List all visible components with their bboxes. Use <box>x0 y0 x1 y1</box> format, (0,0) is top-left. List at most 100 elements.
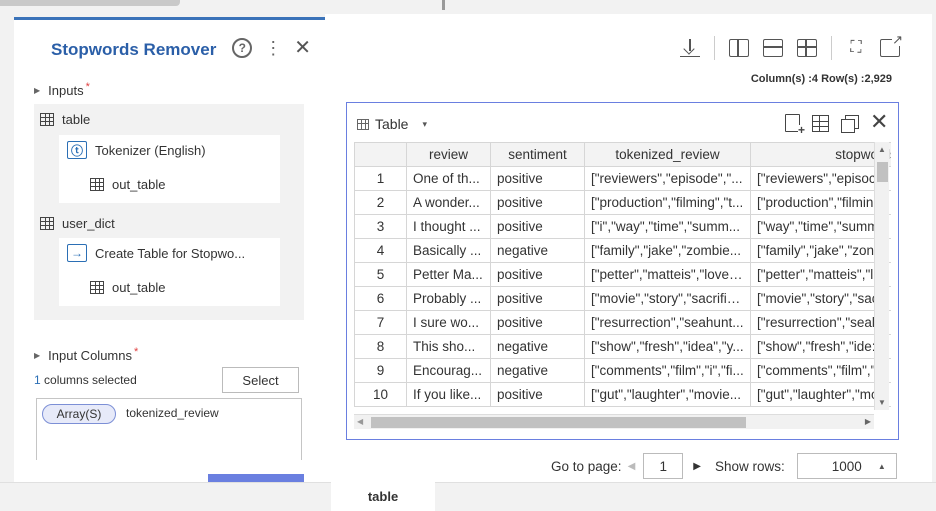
table-row[interactable]: 6 Probably ... positive ["movie","story","s… <box>354 286 891 311</box>
table-cell[interactable]: ["petter","matteis","l <box>750 262 891 287</box>
table-row[interactable]: 4 Basically ... negative ["family","jake","… <box>354 238 891 263</box>
copy-icon[interactable] <box>841 114 859 133</box>
input-node-user-dict[interactable]: user_dict <box>40 216 115 231</box>
spreadsheet-icon[interactable] <box>812 114 829 132</box>
grid-layout-icon[interactable] <box>797 39 817 57</box>
table-row[interactable]: 2A wonder... positive ["production","filmi… <box>354 190 891 215</box>
table-cell[interactable]: One of th... <box>406 166 491 191</box>
fullscreen-icon[interactable]: ⛶ <box>846 39 866 57</box>
table-cell[interactable]: If you like... <box>406 382 491 407</box>
table-cell[interactable]: Basically ... <box>406 238 491 263</box>
page-number-input[interactable]: 1 <box>643 453 684 479</box>
table-cell[interactable]: negative <box>490 238 585 263</box>
table-cell[interactable]: ["movie","story","sacrific... <box>584 286 751 311</box>
row-number-cell[interactable]: 8 <box>354 334 407 359</box>
split-vertical-icon[interactable] <box>729 39 749 57</box>
scroll-down-icon[interactable]: ▼ <box>878 398 886 407</box>
table-cell[interactable]: negative <box>490 334 585 359</box>
row-number-cell[interactable]: 5 <box>354 262 407 287</box>
table-cell[interactable]: negative <box>490 358 585 383</box>
table-cell[interactable]: ["way","time","summ <box>750 214 891 239</box>
table-cell[interactable]: ["comments","film"," <box>750 358 891 383</box>
tab-table[interactable]: table <box>331 482 435 511</box>
input-node-table[interactable]: table <box>40 112 90 127</box>
table-row[interactable]: 8 This sho... negative ["show","fresh","ide… <box>354 334 891 359</box>
table-cell[interactable]: ["i","way","time","summ... <box>584 214 751 239</box>
source-operator-tokenizer[interactable]: ⓣ Tokenizer (English) <box>67 141 206 159</box>
source-operator-create-table[interactable]: → Create Table for Stopwo... <box>67 244 245 262</box>
table-cell[interactable]: Probably ... <box>406 286 491 311</box>
help-icon[interactable]: ? <box>232 38 253 58</box>
row-number-cell[interactable]: 4 <box>354 238 407 263</box>
table-row[interactable]: 10 If you like... positive ["gut","laughter… <box>354 382 891 407</box>
source-output-table[interactable]: out_table <box>90 177 166 192</box>
column-header[interactable]: review <box>406 142 491 167</box>
table-cell[interactable]: ["resurrection","seal <box>750 310 891 335</box>
rows-per-page-select[interactable]: 1000 ▲ <box>796 453 897 479</box>
table-cell[interactable]: I sure wo... <box>406 310 491 335</box>
table-cell[interactable]: Petter Ma... <box>406 262 491 287</box>
scroll-thumb[interactable] <box>371 417 746 428</box>
table-cell[interactable]: positive <box>490 286 585 311</box>
table-cell[interactable]: A wonder... <box>406 190 491 215</box>
splitter-handle[interactable] <box>442 0 445 10</box>
vertical-scrollbar[interactable]: ▲ ▼ <box>874 142 889 410</box>
table-cell[interactable]: ["reviewers","episoc <box>750 166 891 191</box>
input-columns-section-header[interactable]: ▶ Input Columns * <box>34 346 138 364</box>
table-cell[interactable]: I thought ... <box>406 214 491 239</box>
table-cell[interactable]: positive <box>490 382 585 407</box>
split-horizontal-icon[interactable] <box>763 39 783 57</box>
row-number-cell[interactable]: 10 <box>354 382 407 407</box>
table-cell[interactable]: This sho... <box>406 334 491 359</box>
row-number-cell[interactable]: 7 <box>354 310 407 335</box>
more-options-icon[interactable]: ⋮ <box>264 39 282 57</box>
table-row[interactable]: 7I sure wo... positive ["resurrection","se… <box>354 310 891 335</box>
table-cell[interactable]: positive <box>490 166 585 191</box>
row-number-cell[interactable]: 6 <box>354 286 407 311</box>
table-cell[interactable]: ["comments","film","i","fi... <box>584 358 751 383</box>
table-viewer-title[interactable]: Table ▾ <box>357 116 427 132</box>
table-row[interactable]: 5 Petter Ma... positive ["petter","matteis"… <box>354 262 891 287</box>
row-number-cell[interactable]: 3 <box>354 214 407 239</box>
column-header[interactable]: tokenized_review <box>584 142 751 167</box>
table-cell[interactable]: positive <box>490 262 585 287</box>
open-external-icon[interactable] <box>880 33 903 57</box>
table-cell[interactable]: positive <box>490 190 585 215</box>
table-cell[interactable]: ["movie","story","sac <box>750 286 891 311</box>
prev-page-icon[interactable]: ◀ <box>628 461 636 472</box>
table-row[interactable]: 1 One of th... positive ["reviewers","episo… <box>354 166 891 191</box>
table-cell[interactable]: ["gut","laughter","mo <box>750 382 891 407</box>
row-number-cell[interactable]: 2 <box>354 190 407 215</box>
table-cell[interactable]: ["petter","matteis","love"... <box>584 262 751 287</box>
table-row[interactable]: 9 Encourag... negative ["comments","film","… <box>354 358 891 383</box>
table-row[interactable]: 3I thought ... positive ["i","way","time",… <box>354 214 891 239</box>
close-icon[interactable]: ✕ <box>294 38 311 58</box>
table-cell[interactable]: ["production","filmin <box>750 190 891 215</box>
next-page-icon[interactable]: ▶ <box>693 461 701 472</box>
table-cell[interactable]: ["show","fresh","ide: <box>750 334 891 359</box>
column-header[interactable]: stopwords_t <box>750 142 891 167</box>
close-icon[interactable]: ✕ <box>870 111 888 133</box>
table-cell[interactable]: ["reviewers","episode","... <box>584 166 751 191</box>
row-number-cell[interactable]: 1 <box>354 166 407 191</box>
horizontal-scrollbar[interactable]: ◀ ▶ <box>354 414 874 429</box>
table-cell[interactable]: ["production","filming","t... <box>584 190 751 215</box>
column-header[interactable]: sentiment <box>490 142 585 167</box>
row-number-header[interactable] <box>354 142 407 167</box>
table-cell[interactable]: ["family","jake","zombie... <box>584 238 751 263</box>
scroll-left-icon[interactable]: ◀ <box>357 417 363 426</box>
scroll-right-icon[interactable]: ▶ <box>865 417 871 426</box>
table-cell[interactable]: positive <box>490 310 585 335</box>
scroll-thumb[interactable] <box>877 162 888 182</box>
select-columns-button[interactable]: Select <box>222 367 299 393</box>
table-cell[interactable]: ["resurrection","seahunt... <box>584 310 751 335</box>
scroll-up-icon[interactable]: ▲ <box>878 145 886 154</box>
table-cell[interactable]: ["gut","laughter","movie... <box>584 382 751 407</box>
chevron-down-icon[interactable]: ▾ <box>422 119 427 130</box>
table-cell[interactable]: ["family","jake","zon <box>750 238 891 263</box>
table-cell[interactable]: ["show","fresh","idea","y... <box>584 334 751 359</box>
inputs-section-header[interactable]: ▶ Inputs * <box>34 81 90 99</box>
table-cell[interactable]: positive <box>490 214 585 239</box>
source-output-table[interactable]: out_table <box>90 280 166 295</box>
table-cell[interactable]: Encourag... <box>406 358 491 383</box>
